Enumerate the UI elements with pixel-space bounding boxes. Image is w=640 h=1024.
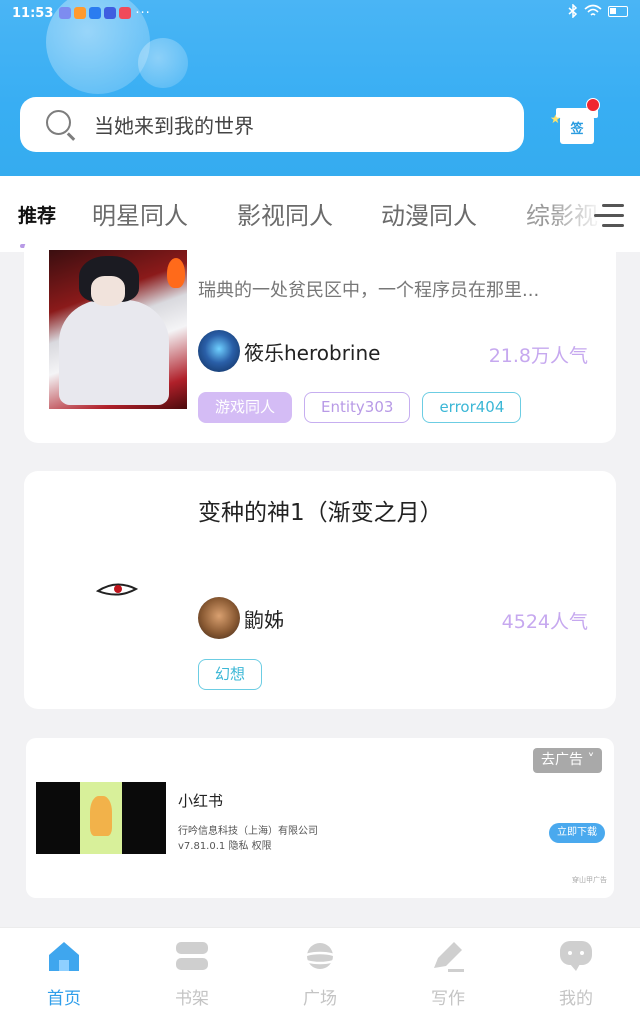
more-notifications-icon: ··· xyxy=(135,5,151,21)
bookshelf-icon xyxy=(176,942,208,970)
ad-company: 行吟信息科技（上海）有限公司 xyxy=(178,826,318,837)
popularity-count: 4524人气 xyxy=(501,611,588,633)
book-title[interactable]: 变种的神1（渐变之月） xyxy=(198,493,443,527)
wifi-icon xyxy=(584,4,602,16)
decorative-bubble xyxy=(138,38,188,88)
tag-list: 游戏同人 Entity303 error404 xyxy=(198,392,522,423)
category-menu-icon[interactable] xyxy=(594,202,626,230)
search-bar[interactable]: 当她来到我的世界 xyxy=(20,97,524,152)
author-name[interactable]: 筱乐herobrine xyxy=(244,337,380,366)
tab-film-fanfic[interactable]: 影视同人 xyxy=(237,196,333,231)
app-notification-icon xyxy=(74,7,87,19)
author-row[interactable]: 鼩姊 xyxy=(198,597,284,639)
app-notification-icon xyxy=(104,7,117,19)
app-notification-icon xyxy=(89,7,102,19)
book-card[interactable]: 变种的神1（渐变之月） 鼩姊 4524人气 幻想 xyxy=(24,471,616,709)
notification-dot xyxy=(586,98,600,112)
bottom-navigation: 首页 书架 广场 写作 我的 xyxy=(0,927,640,1024)
popularity-count: 21.8万人气 xyxy=(488,345,588,367)
daily-signin-button[interactable]: 签 ★ xyxy=(550,98,602,148)
bluetooth-icon xyxy=(568,4,578,18)
planet-icon xyxy=(301,943,339,969)
book-description: 瑞典的一处贫民区中，一个程序员在那里... xyxy=(198,280,540,301)
status-bar: 11:53 ··· xyxy=(0,0,640,26)
remove-ad-button[interactable]: 去广告 ˅ xyxy=(533,748,603,773)
avatar[interactable] xyxy=(198,330,240,372)
nav-bookshelf[interactable]: 书架 xyxy=(152,938,232,1009)
search-icon xyxy=(46,109,76,140)
tag[interactable]: 游戏同人 xyxy=(198,392,293,423)
pen-icon xyxy=(434,942,464,972)
ad-banner[interactable]: 去广告 ˅ 小红书 行吟信息科技（上海）有限公司 v7.81.0.1 隐私 权限… xyxy=(26,738,614,898)
nav-mine[interactable]: 我的 xyxy=(536,938,616,1009)
avatar[interactable] xyxy=(198,597,240,639)
tag[interactable]: error404 xyxy=(422,392,522,423)
battery-icon xyxy=(608,5,628,17)
tag[interactable]: Entity303 xyxy=(304,392,411,423)
nav-label: 首页 xyxy=(47,989,81,1009)
tab-recommend[interactable]: 推荐 xyxy=(18,201,56,228)
app-notification-icon xyxy=(119,7,132,19)
nav-label: 写作 xyxy=(431,989,465,1009)
nav-label: 我的 xyxy=(559,989,593,1009)
home-icon xyxy=(49,942,79,971)
tag[interactable]: 幻想 xyxy=(198,659,263,690)
notification-icons xyxy=(59,7,132,19)
ad-app-name: 小红书 xyxy=(178,792,224,810)
tab-anime-fanfic[interactable]: 动漫同人 xyxy=(381,196,477,231)
nav-label: 书架 xyxy=(175,989,209,1009)
status-time: 11:53 xyxy=(12,5,54,21)
author-name[interactable]: 鼩姊 xyxy=(244,604,284,633)
nav-label: 广场 xyxy=(303,989,337,1009)
tag-list: 幻想 xyxy=(198,659,263,690)
author-row[interactable]: 筱乐herobrine xyxy=(198,330,380,372)
gift-icon: 签 xyxy=(560,116,594,144)
nav-home[interactable]: 首页 xyxy=(24,938,104,1009)
ad-app-meta[interactable]: v7.81.0.1 隐私 权限 xyxy=(178,837,272,852)
book-cover[interactable] xyxy=(96,581,138,599)
app-notification-icon xyxy=(59,7,72,19)
system-icons xyxy=(568,4,628,18)
remove-ad-label: 去广告 xyxy=(541,752,583,768)
ad-thumbnail[interactable] xyxy=(36,782,166,854)
chevron-down-icon: ˅ xyxy=(587,752,595,768)
download-button[interactable]: 立即下载 xyxy=(549,823,605,843)
nav-plaza[interactable]: 广场 xyxy=(280,938,360,1009)
book-cover[interactable] xyxy=(49,250,187,409)
ad-source-label: 穿山甲广告 xyxy=(572,876,607,884)
star-icon: ★ xyxy=(550,112,561,126)
chat-bubble-icon xyxy=(560,941,592,971)
tab-star-fanfic[interactable]: 明星同人 xyxy=(92,196,188,231)
book-card[interactable]: 瑞典的一处贫民区中，一个程序员在那里... 筱乐herobrine 21.8万人… xyxy=(24,236,616,443)
nav-write[interactable]: 写作 xyxy=(408,938,488,1009)
search-text: 当她来到我的世界 xyxy=(94,114,254,138)
